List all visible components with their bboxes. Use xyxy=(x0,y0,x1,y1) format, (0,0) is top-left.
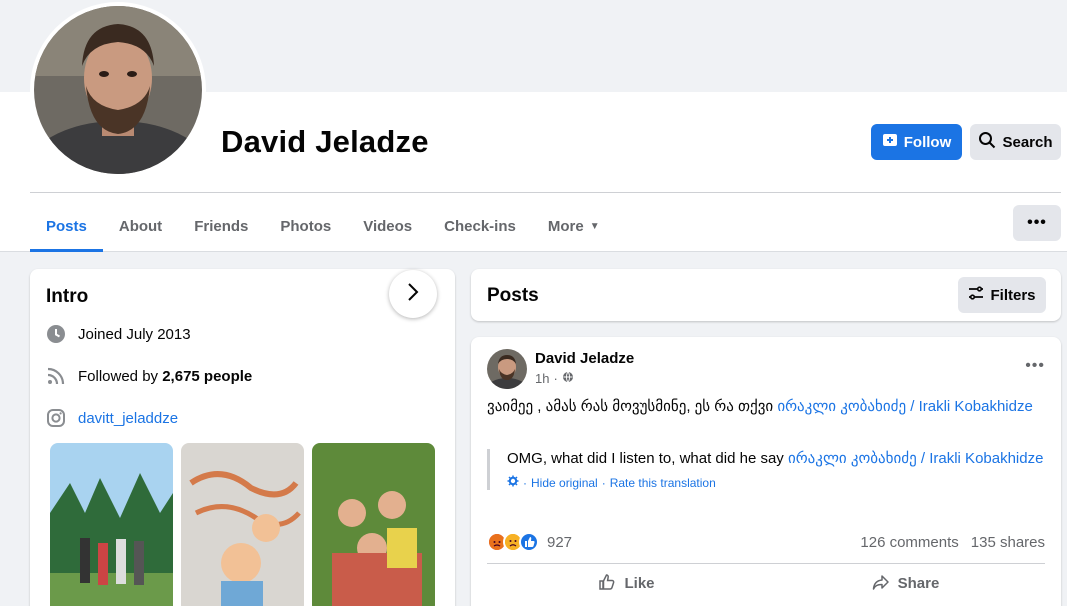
translation-links: · Hide original · Rate this translation xyxy=(507,475,1045,490)
tab-more[interactable]: More ▼ xyxy=(532,200,616,252)
tab-check-ins[interactable]: Check-ins xyxy=(428,200,532,252)
intro-card: Intro Joined July 2013 Followed by 2,675… xyxy=(30,269,455,606)
followers-count[interactable]: 2,675 people xyxy=(162,368,252,385)
comments-count[interactable]: 126 comments xyxy=(860,534,958,551)
separator-dot: · xyxy=(553,371,558,386)
chevron-right-icon xyxy=(406,282,420,307)
post-author-avatar[interactable] xyxy=(487,349,527,389)
rss-icon xyxy=(46,366,66,386)
translation-text: OMG, what did I listen to, what did he s… xyxy=(507,450,1044,467)
post-author-name[interactable]: David Jeladze xyxy=(535,350,634,367)
search-icon xyxy=(978,131,996,153)
instagram-icon xyxy=(46,408,66,428)
instagram-link[interactable]: davitt_jeladdze xyxy=(78,410,178,427)
post-options-icon[interactable]: ••• xyxy=(1025,357,1045,375)
caret-down-icon: ▼ xyxy=(589,220,600,232)
tab-videos[interactable]: Videos xyxy=(347,200,428,252)
intro-title: Intro xyxy=(46,286,89,307)
photos-next-button[interactable] xyxy=(389,270,437,318)
globe-icon xyxy=(562,371,574,386)
tab-posts[interactable]: Posts xyxy=(30,200,103,252)
thumbs-up-icon xyxy=(598,573,616,595)
clock-icon xyxy=(46,324,66,344)
tab-about[interactable]: About xyxy=(103,200,178,252)
reaction-icons[interactable] xyxy=(487,532,539,552)
follow-button[interactable]: Follow xyxy=(871,124,962,160)
featured-photo[interactable] xyxy=(181,443,304,606)
post-card: David Jeladze 1h · ••• ვაიმეე , ამას რას… xyxy=(471,337,1061,606)
translation-mention-link[interactable]: ირაკლი კობახიძე / Irakli Kobakhidze xyxy=(788,450,1043,467)
posts-title: Posts xyxy=(487,285,539,306)
reactions-row: 927 126 comments 135 shares xyxy=(487,530,1045,554)
profile-avatar[interactable] xyxy=(30,2,206,178)
follow-icon xyxy=(882,132,898,152)
more-dots-icon: ••• xyxy=(1027,214,1047,231)
filters-icon xyxy=(968,285,984,305)
profile-tabs: Posts About Friends Photos Videos Check-… xyxy=(30,200,616,252)
shares-count[interactable]: 135 shares xyxy=(971,534,1045,551)
more-options-button[interactable]: ••• xyxy=(1013,205,1061,241)
like-button[interactable]: Like xyxy=(487,564,766,603)
header-divider xyxy=(30,192,1061,193)
reactions-count[interactable]: 927 xyxy=(547,534,572,551)
filters-button[interactable]: Filters xyxy=(958,277,1046,313)
search-label: Search xyxy=(1002,133,1053,151)
follow-label: Follow xyxy=(903,133,952,151)
search-button[interactable]: Search xyxy=(970,124,1061,160)
translation-block: OMG, what did I listen to, what did he s… xyxy=(487,449,1045,490)
share-arrow-icon xyxy=(872,573,890,595)
rate-translation-link[interactable]: Rate this translation xyxy=(610,476,716,490)
featured-photos xyxy=(50,443,435,606)
filters-label: Filters xyxy=(990,286,1036,304)
separator-dot: · xyxy=(523,475,527,490)
intro-instagram: davitt_jeladdze xyxy=(46,408,178,428)
featured-photo[interactable] xyxy=(50,443,173,606)
tab-friends[interactable]: Friends xyxy=(178,200,264,252)
share-button[interactable]: Share xyxy=(766,564,1045,603)
featured-photo[interactable] xyxy=(312,443,435,606)
settings-gear-icon[interactable] xyxy=(507,475,519,490)
intro-followers: Followed by 2,675 people xyxy=(46,366,252,386)
post-time[interactable]: 1h xyxy=(535,371,549,386)
intro-joined: Joined July 2013 xyxy=(46,324,191,344)
hide-original-link[interactable]: Hide original xyxy=(531,476,598,490)
post-action-bar: Like Share xyxy=(487,563,1045,603)
post-text: ვაიმეე , ამას რას მოვუსმინე, ეს რა თქვი … xyxy=(487,398,1033,415)
profile-name: David Jeladze xyxy=(221,124,429,159)
tab-photos[interactable]: Photos xyxy=(264,200,347,252)
post-meta: 1h · xyxy=(535,371,574,386)
separator-dot: · xyxy=(601,475,606,490)
like-reaction-icon xyxy=(519,532,539,552)
mention-link[interactable]: ირაკლი კობახიძე / Irakli Kobakhidze xyxy=(777,398,1032,415)
